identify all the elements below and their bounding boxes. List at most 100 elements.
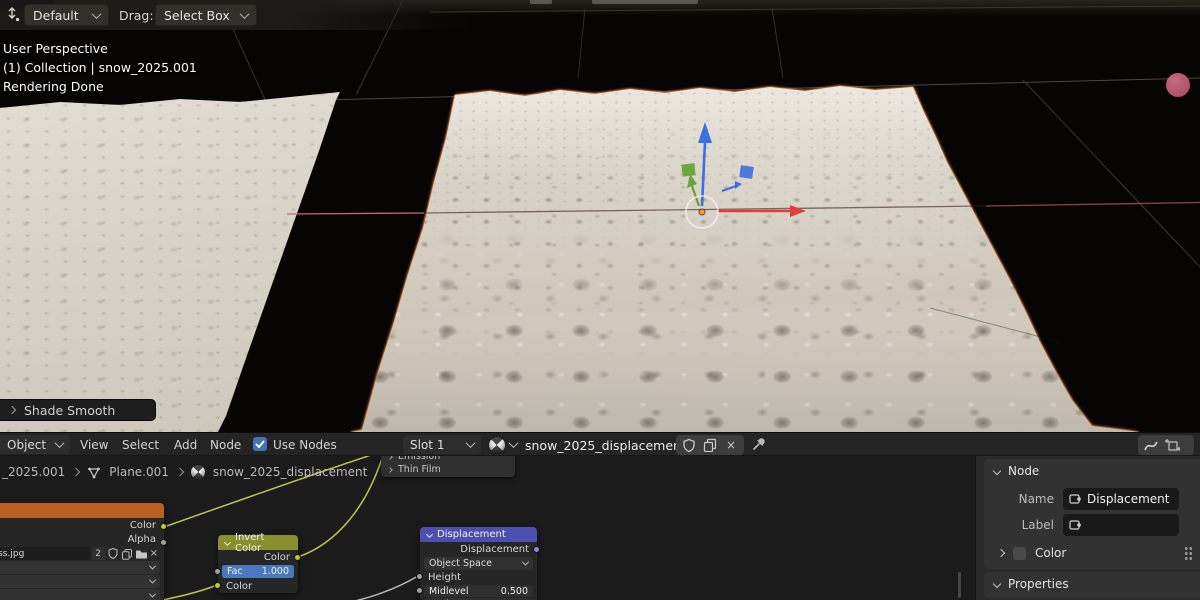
- image-texture-color-output: Color: [0, 518, 164, 532]
- snow-plane-selected-outline: [350, 80, 1140, 432]
- use-nodes-checkbox[interactable]: [253, 437, 267, 451]
- image-users-count[interactable]: 2: [92, 547, 105, 560]
- chevron-right-icon: [387, 467, 393, 473]
- duplicate-material-button[interactable]: [701, 437, 719, 454]
- material-icon: [191, 465, 205, 479]
- bsdf-thin-film-row[interactable]: Thin Film: [381, 463, 515, 476]
- properties-panel-header[interactable]: Properties: [984, 572, 1200, 595]
- drag-mode-dropdown[interactable]: Select Box: [155, 4, 257, 26]
- image-texture-alpha-output: Alpha: [0, 532, 164, 546]
- node-name-field[interactable]: Displacement: [1063, 488, 1179, 510]
- menu-node[interactable]: Node: [210, 438, 241, 452]
- fac-input-socket[interactable]: [214, 568, 221, 575]
- image-name-field[interactable]: K_Roughness.jpg: [0, 547, 90, 560]
- invert-color-node-header[interactable]: Invert Color: [218, 535, 298, 550]
- menu-select[interactable]: Select: [122, 438, 159, 452]
- output-displacement-label: Displacement: [460, 544, 529, 555]
- unlink-image-button[interactable]: ×: [150, 548, 158, 559]
- color-input-socket[interactable]: [214, 582, 221, 589]
- material-action-buttons: ×: [676, 435, 744, 455]
- image-interpolation-dropdown[interactable]: [0, 561, 160, 574]
- viewport-overlay-text: User Perspective (1) Collection | snow_2…: [3, 39, 197, 96]
- breadcrumb-scene[interactable]: _2025.001: [2, 465, 65, 479]
- chevron-down-icon: [149, 563, 156, 570]
- tool-preset-dropdown[interactable]: Default: [24, 4, 109, 26]
- snapping-toggle-button[interactable]: [1163, 437, 1181, 454]
- image-filename: K_Roughness.jpg: [0, 549, 24, 559]
- pin-icon[interactable]: [750, 436, 768, 454]
- name-label: Name: [984, 492, 1054, 506]
- view-perspective-label: User Perspective: [3, 39, 197, 58]
- new-image-copy-icon[interactable]: [121, 548, 133, 560]
- fac-label: Fac: [227, 566, 243, 577]
- midlevel-value: 0.500: [501, 586, 528, 597]
- unlink-material-button[interactable]: ×: [722, 437, 740, 454]
- canvas-scroll-hint[interactable]: [958, 572, 961, 598]
- shader-type-dropdown[interactable]: Object: [0, 435, 70, 454]
- node-icon: [1069, 519, 1081, 531]
- height-input-socket[interactable]: [416, 573, 423, 580]
- shield-icon[interactable]: [107, 547, 119, 560]
- curved-link-toggle-button[interactable]: [1142, 437, 1160, 454]
- 3d-viewport[interactable]: Default Drag: Select Box User Perspectiv…: [0, 0, 1200, 432]
- menu-view[interactable]: View: [80, 438, 108, 452]
- principled-bsdf-node-partial[interactable]: Emission Thin Film: [381, 456, 515, 477]
- shader-type-label: Object: [7, 438, 46, 452]
- breadcrumb-material[interactable]: snow_2025_displacement: [213, 465, 367, 479]
- output-color-label: Color: [130, 520, 156, 531]
- material-browse-icon[interactable]: [489, 437, 505, 453]
- node-color-label: Color: [1035, 546, 1066, 560]
- material-name-field[interactable]: snow_2025_displacement: [525, 438, 686, 453]
- color-output-socket[interactable]: [294, 554, 301, 561]
- image-extension-dropdown[interactable]: [0, 589, 160, 600]
- node-sidebar: Node Name Displacement Label: [975, 456, 1200, 600]
- node-editor-canvas[interactable]: _2025.001 Plane.001 snow_2025_displaceme…: [0, 456, 975, 600]
- node-name-row: Name Displacement: [984, 488, 1179, 510]
- midlevel-slider[interactable]: Midlevel 0.500: [424, 585, 533, 597]
- chevron-down-icon[interactable]: [509, 438, 519, 448]
- displacement-output-socket[interactable]: [533, 546, 540, 553]
- active-collection-label: (1) Collection | snow_2025.001: [3, 58, 197, 77]
- open-folder-icon[interactable]: [135, 548, 148, 559]
- color-output-socket[interactable]: [160, 523, 167, 530]
- image-texture-node[interactable]: Color Alpha K_Roughness.jpg 2: [0, 503, 164, 600]
- bsdf-emission-row[interactable]: Emission: [381, 456, 515, 463]
- displacement-node-header[interactable]: Displacement: [420, 527, 537, 542]
- navigation-gizmo-axis-ball[interactable]: [1166, 73, 1190, 97]
- fac-slider[interactable]: Fac 1.000: [222, 565, 294, 578]
- image-projection-dropdown[interactable]: [0, 575, 160, 588]
- label-label: Label: [984, 518, 1054, 532]
- invert-color-input: Color: [218, 579, 298, 593]
- snow-plane-selected[interactable]: [350, 80, 1140, 432]
- output-color-label: Color: [264, 552, 290, 563]
- invert-color-node[interactable]: Invert Color Color Fac 1.000 Color: [218, 535, 298, 593]
- node-panel-header[interactable]: Node: [984, 459, 1200, 482]
- clipped-header-widget: [592, 0, 698, 4]
- image-texture-node-header[interactable]: [0, 503, 164, 518]
- color-row-grip[interactable]: [1184, 546, 1193, 560]
- chevron-down-icon: [240, 9, 250, 19]
- last-operator-panel[interactable]: Shade Smooth: [0, 399, 156, 421]
- snow-plane-secondary[interactable]: [0, 86, 345, 432]
- grip-dots-icon: [1184, 546, 1193, 560]
- node-color-row[interactable]: Color: [998, 546, 1066, 560]
- fake-user-shield-button[interactable]: [680, 437, 698, 454]
- menu-add[interactable]: Add: [174, 438, 197, 452]
- collapse-chevron-icon[interactable]: [224, 539, 231, 546]
- collapse-chevron-icon[interactable]: [426, 531, 433, 538]
- node-label-field[interactable]: [1063, 514, 1179, 536]
- alpha-output-socket[interactable]: [160, 539, 167, 546]
- material-slot-dropdown[interactable]: Slot 1: [403, 435, 481, 454]
- displacement-node[interactable]: Displacement Displacement Object Space H…: [420, 527, 537, 600]
- displacement-title: Displacement: [437, 529, 506, 540]
- invert-color-title: Invert Color: [235, 532, 291, 554]
- breadcrumb-object[interactable]: Plane.001: [109, 465, 169, 479]
- copy-icon: [703, 438, 717, 452]
- output-alpha-label: Alpha: [128, 534, 156, 545]
- midlevel-input-socket[interactable]: [416, 587, 423, 594]
- editor-header-right-toggles: [1138, 435, 1194, 455]
- chevron-right-icon: [997, 549, 1005, 557]
- bsdf-emission-label: Emission: [398, 456, 440, 462]
- node-color-checkbox[interactable]: [1013, 547, 1026, 560]
- displacement-space-dropdown[interactable]: Object Space: [424, 557, 533, 570]
